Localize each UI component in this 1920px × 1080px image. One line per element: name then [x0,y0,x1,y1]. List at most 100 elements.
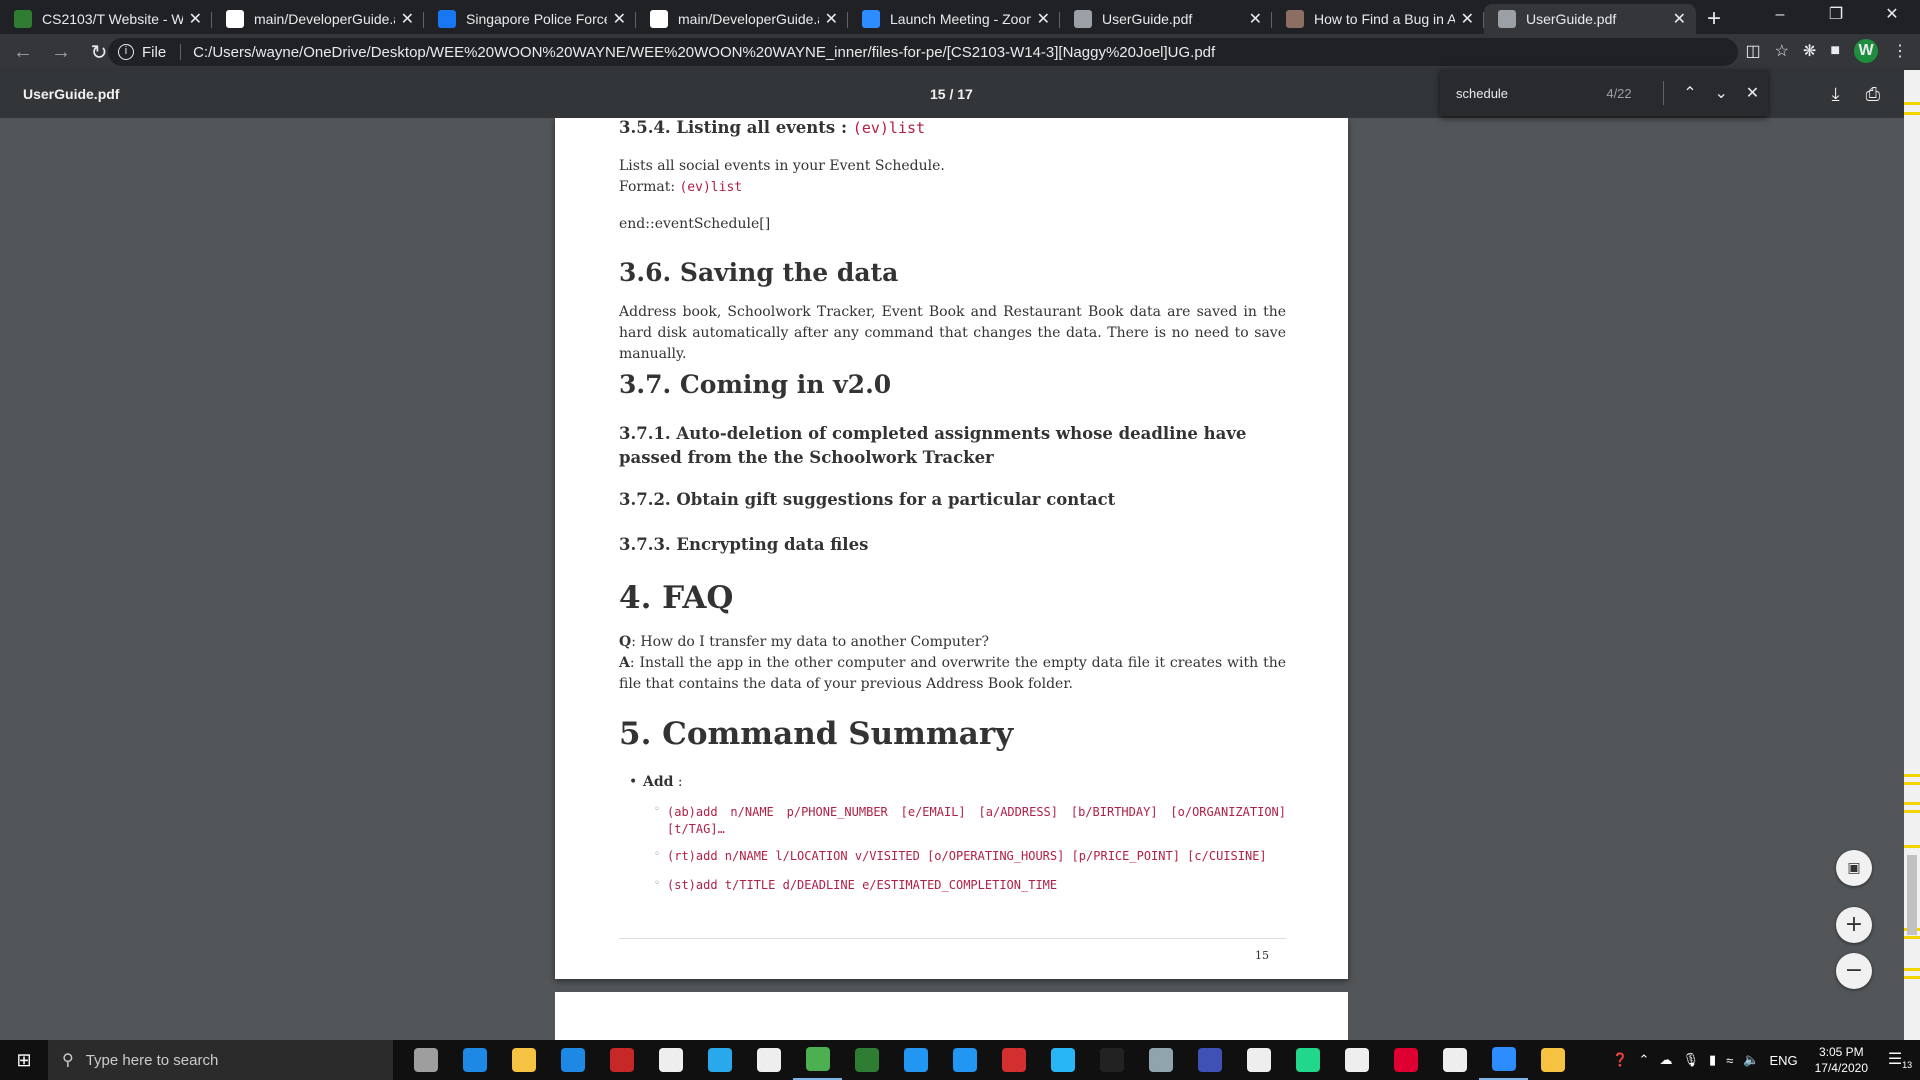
heading-3-7-2: 3.7.2. Obtain gift suggestions for a par… [619,490,1116,509]
a-label: A [619,655,630,671]
tab-close-icon[interactable]: ✕ [1037,9,1050,29]
back-icon[interactable]: ← [8,41,38,64]
taskbar-app[interactable] [646,1040,695,1080]
browser-tab[interactable]: UserGuide.pdf ✕ [1484,4,1696,34]
taskbar-app[interactable] [1038,1040,1087,1080]
find-match-count: 4/22 [1606,85,1632,101]
taskbar-app[interactable] [1332,1040,1381,1080]
heading-3-7: 3.7. Coming in v2.0 [619,370,892,399]
taskbar-app[interactable] [597,1040,646,1080]
tab-close-icon[interactable]: ✕ [613,9,626,29]
browser-tab[interactable]: Singapore Police Force - Po ✕ [424,4,636,34]
mail-icon [560,1048,585,1072]
ie-icon [1050,1048,1075,1072]
bookmark-star-icon[interactable]: ☆ [1775,41,1789,61]
taskbar-app[interactable] [1234,1040,1283,1080]
volume-icon[interactable]: 🔈 [1743,1052,1759,1068]
browser-tab[interactable]: main/DeveloperGuide.adoc ✕ [212,4,424,34]
taskbar-app[interactable] [1430,1040,1479,1080]
heading-3-5-4: 3.5.4. Listing all events : (ev)list [619,118,1286,137]
browser-tab[interactable]: How to Find a Bug in Applic ✕ [1272,4,1484,34]
tab-close-icon[interactable]: ✕ [825,9,838,29]
taskbar-app[interactable] [401,1040,450,1080]
clock[interactable]: 3:05 PM 17/4/2020 [1815,1044,1868,1076]
taskbar-app[interactable] [695,1040,744,1080]
taskbar-app[interactable] [793,1040,842,1080]
help-icon[interactable]: ❓ [1612,1052,1628,1068]
minimize-icon[interactable]: – [1752,0,1808,30]
taskbar-app[interactable] [450,1040,499,1080]
tab-close-icon[interactable]: ✕ [189,9,202,29]
pdf-viewer[interactable]: 3.5.4. Listing all events : (ev)list Lis… [0,118,1904,1040]
tab-close-icon[interactable]: ✕ [401,9,414,29]
vscode-icon [903,1048,928,1072]
download-icon[interactable]: ⤓ [1832,84,1840,105]
store-icon [756,1048,781,1072]
taskbar-app[interactable] [989,1040,1038,1080]
profile-avatar[interactable]: W [1854,39,1878,63]
battery-icon[interactable]: ▮ [1709,1052,1716,1068]
tab-close-icon[interactable]: ✕ [1461,9,1474,29]
sub-bullet-icon: ◦ [654,849,660,860]
page-indicator[interactable]: 15 / 17 [930,86,973,102]
heading-3-7-3: 3.7.3. Encrypting data files [619,535,869,554]
print-icon[interactable]: ⎙ [1866,84,1880,105]
find-bar: schedule 4/22 ⌃ ⌄ ✕ [1440,70,1768,116]
taskbar-app[interactable] [1479,1040,1528,1080]
forward-icon[interactable]: → [46,41,76,64]
scrollbar-thumb[interactable] [1907,855,1917,935]
taskbar-app[interactable] [744,1040,793,1080]
taskbar-app[interactable] [1381,1040,1430,1080]
extension-square-icon[interactable]: ■ [1830,42,1840,60]
language-indicator[interactable]: ENG [1769,1053,1797,1068]
tab-close-icon[interactable]: ✕ [1673,9,1686,29]
find-previous-icon[interactable]: ⌃ [1674,83,1705,103]
restore-icon[interactable]: ❐ [1808,0,1864,30]
info-icon[interactable]: i [118,44,134,60]
find-close-icon[interactable]: ✕ [1737,83,1768,103]
pdf-page: 3.5.4. Listing all events : (ev)list Lis… [555,118,1348,979]
chevron-up-icon[interactable]: ⌃ [1639,1052,1650,1068]
find-match-marker [1904,782,1920,785]
taskbar-app[interactable] [940,1040,989,1080]
dropbox-icon [658,1048,683,1072]
pdf-title: UserGuide.pdf [23,86,120,102]
heading-text: 3.5.4. Listing all events : [619,118,853,137]
page-action-icon[interactable]: ◫ [1745,41,1760,61]
cloud-icon[interactable]: ☁ [1659,1052,1672,1068]
taskbar-app[interactable] [1528,1040,1577,1080]
taskbar-app[interactable] [1283,1040,1332,1080]
taskbar-app[interactable] [1087,1040,1136,1080]
find-input[interactable]: schedule [1456,86,1602,101]
taskbar-app[interactable] [842,1040,891,1080]
windows-start-icon[interactable]: ⊞ [0,1050,48,1071]
zoom-out-icon[interactable]: − [1836,953,1872,989]
zoom-in-icon[interactable]: + [1836,907,1872,943]
pdf-scrollbar[interactable] [1904,70,1920,1040]
taskbar-app[interactable] [1185,1040,1234,1080]
microphone-icon[interactable]: 🎙 [1682,1052,1699,1068]
taskbar-search[interactable]: ⚲ Type here to search [48,1040,393,1080]
paragraph-line: Lists all social events in your Event Sc… [619,158,945,174]
extension-icon[interactable]: ❋ [1803,41,1816,61]
notification-count: 13 [1902,1060,1913,1071]
browser-tab[interactable]: UserGuide.pdf ✕ [1060,4,1272,34]
browser-tab[interactable]: CS2103/T Website - Week ✕ [0,4,212,34]
paragraph-saving: Address book, Schoolwork Tracker, Event … [619,304,1286,362]
tab-close-icon[interactable]: ✕ [1249,9,1262,29]
close-window-icon[interactable]: ✕ [1864,0,1920,30]
taskbar-app[interactable] [548,1040,597,1080]
browser-tab[interactable]: main/DeveloperGuide.adoc ✕ [636,4,848,34]
address-bar[interactable]: i File C:/Users/wayne/OneDrive/Desktop/W… [108,38,1738,66]
browser-tab[interactable]: Launch Meeting - Zoom ✕ [848,4,1060,34]
taskbar-app[interactable] [891,1040,940,1080]
menu-icon[interactable]: ⋮ [1892,41,1908,61]
fit-page-icon[interactable]: ▣ [1836,850,1872,886]
taskbar-app[interactable] [1136,1040,1185,1080]
address-url[interactable]: C:/Users/wayne/OneDrive/Desktop/WEE%20WO… [193,44,1215,61]
notification-icon[interactable]: ☰13 [1880,1049,1920,1070]
find-next-icon[interactable]: ⌄ [1706,83,1737,103]
new-tab-icon[interactable]: + [1696,4,1732,34]
wifi-icon[interactable]: ≈ [1726,1053,1733,1068]
taskbar-app[interactable] [499,1040,548,1080]
